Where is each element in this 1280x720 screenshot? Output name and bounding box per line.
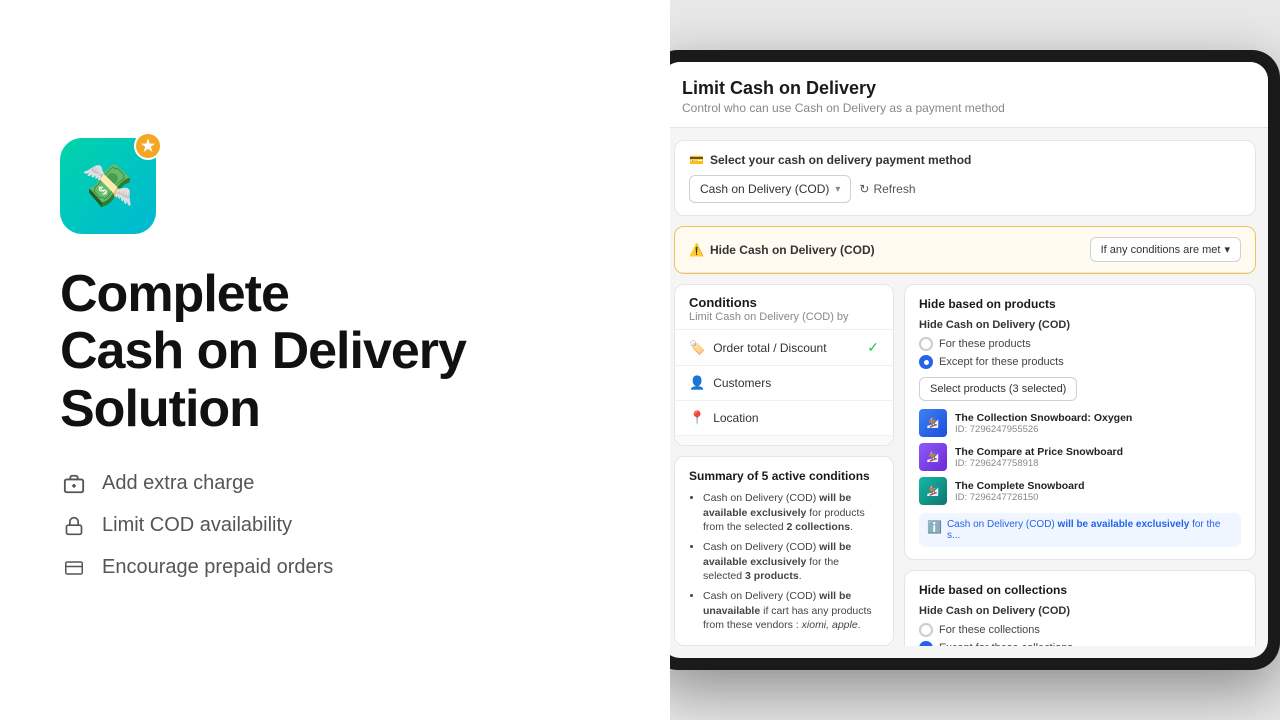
feature-text-1: Limit COD availability xyxy=(102,514,292,537)
info-text: Cash on Delivery (COD) will be available… xyxy=(947,519,1233,541)
cod-header: ⚠️ Hide Cash on Delivery (COD) If any co… xyxy=(675,227,1255,273)
products-panel-subtitle: Hide Cash on Delivery (COD) xyxy=(919,319,1241,331)
condition-item-left: 🛡️ Products & Collections xyxy=(689,445,834,446)
products-panel: Hide based on products Hide Cash on Deli… xyxy=(904,284,1256,560)
tablet-mockup: Limit Cash on Delivery Control who can u… xyxy=(670,50,1280,670)
camera-icon xyxy=(60,470,88,498)
products-panel-title: Hide based on products xyxy=(919,297,1241,311)
payment-select-btn[interactable]: Cash on Delivery (COD) ▾ xyxy=(689,175,851,203)
conditions-subtitle-text: Limit Cash on Delivery (COD) by xyxy=(689,311,879,323)
warning-icon: ⚠️ xyxy=(689,243,704,257)
refresh-icon: ↻ xyxy=(859,182,869,196)
cod-section: ⚠️ Hide Cash on Delivery (COD) If any co… xyxy=(674,226,1256,274)
product-item-0: 🏂 The Collection Snowboard: Oxygen ID: 7… xyxy=(919,409,1241,437)
conditions-panel: Conditions Limit Cash on Delivery (COD) … xyxy=(674,284,894,646)
radio-except-products[interactable]: Except for these products xyxy=(919,355,1241,369)
conditions-box: Conditions Limit Cash on Delivery (COD) … xyxy=(674,284,894,446)
cod-title: ⚠️ Hide Cash on Delivery (COD) xyxy=(689,243,875,257)
product-name-2: The Complete Snowboard xyxy=(955,480,1085,492)
radio-for-products[interactable]: For these products xyxy=(919,337,1241,351)
product-list: 🏂 The Collection Snowboard: Oxygen ID: 7… xyxy=(919,409,1241,505)
product-id-2: ID: 7296247726150 xyxy=(955,492,1085,503)
conditions-title-text: Conditions xyxy=(689,295,879,310)
summary-title: Summary of 5 active conditions xyxy=(689,469,879,483)
user-icon: 👤 xyxy=(689,375,705,391)
left-panel: 💸 ★ Complete Cash on Delivery Solution A… xyxy=(0,0,670,720)
info-icon: ℹ️ xyxy=(927,520,942,534)
lock-icon xyxy=(60,512,88,540)
radio-circle-selected xyxy=(919,641,933,646)
refresh-button[interactable]: ↻ Refresh xyxy=(859,182,915,196)
product-id-0: ID: 7296247955526 xyxy=(955,424,1132,435)
radio-circle-selected xyxy=(919,355,933,369)
app-title: Limit Cash on Delivery xyxy=(682,78,1248,99)
product-info-1: The Compare at Price Snowboard ID: 72962… xyxy=(955,446,1123,469)
tag-icon: 🏷️ xyxy=(689,340,705,356)
app-header: Limit Cash on Delivery Control who can u… xyxy=(670,62,1268,128)
product-info-2: The Complete Snowboard ID: 7296247726150 xyxy=(955,480,1085,503)
product-name-0: The Collection Snowboard: Oxygen xyxy=(955,412,1132,424)
feature-text-0: Add extra charge xyxy=(102,472,254,495)
app-body: 💳 Select your cash on delivery payment m… xyxy=(670,128,1268,658)
shield-icon: 🛡️ xyxy=(689,445,705,446)
condition-customers[interactable]: 👤 Customers xyxy=(675,365,893,400)
feature-item-2: Encourage prepaid orders xyxy=(60,554,610,582)
payment-section: 💳 Select your cash on delivery payment m… xyxy=(674,140,1256,216)
headline: Complete Cash on Delivery Solution xyxy=(60,266,610,438)
collections-panel: Hide based on collections Hide Cash on D… xyxy=(904,570,1256,646)
collections-panel-subtitle: Hide Cash on Delivery (COD) xyxy=(919,605,1241,617)
right-panel: Limit Cash on Delivery Control who can u… xyxy=(670,0,1280,720)
collections-panel-title: Hide based on collections xyxy=(919,583,1241,597)
product-name-1: The Compare at Price Snowboard xyxy=(955,446,1123,458)
feature-item-0: Add extra charge xyxy=(60,470,610,498)
summary-list: Cash on Delivery (COD) will be available… xyxy=(689,491,879,633)
product-thumb-0: 🏂 xyxy=(919,409,947,437)
condition-products[interactable]: 🛡️ Products & Collections › xyxy=(675,435,893,446)
product-item-1: 🏂 The Compare at Price Snowboard ID: 729… xyxy=(919,443,1241,471)
product-info-0: The Collection Snowboard: Oxygen ID: 729… xyxy=(955,412,1132,435)
product-id-1: ID: 7296247758918 xyxy=(955,458,1123,469)
products-radio-group: For these products Except for these prod… xyxy=(919,337,1241,369)
collections-radio-group: For these collections Except for these c… xyxy=(919,623,1241,646)
condition-order-total[interactable]: 🏷️ Order total / Discount ✓ xyxy=(675,329,893,365)
app-icon-emoji: 💸 xyxy=(82,162,134,211)
card-icon xyxy=(60,554,88,582)
radio-circle xyxy=(919,623,933,637)
condition-item-left: 🏷️ Order total / Discount xyxy=(689,340,827,356)
summary-item-0: Cash on Delivery (COD) will be available… xyxy=(703,491,879,535)
condition-item-left: 📍 Location xyxy=(689,410,759,426)
condition-location[interactable]: 📍 Location xyxy=(675,400,893,435)
app-subtitle: Control who can use Cash on Delivery as … xyxy=(682,101,1248,115)
radio-except-collections[interactable]: Except for these collections xyxy=(919,641,1241,646)
product-thumb-1: 🏂 xyxy=(919,443,947,471)
radio-circle xyxy=(919,337,933,351)
right-side-panels: Hide based on products Hide Cash on Deli… xyxy=(904,284,1256,646)
select-products-button[interactable]: Select products (3 selected) xyxy=(919,377,1077,401)
app-icon: 💸 ★ xyxy=(60,138,156,234)
features-list: Add extra charge Limit COD availability … xyxy=(60,470,610,582)
check-icon: ✓ xyxy=(867,339,879,356)
chevron-down-icon: ▾ xyxy=(835,184,840,195)
tablet-screen: Limit Cash on Delivery Control who can u… xyxy=(670,62,1268,658)
feature-item-1: Limit COD availability xyxy=(60,512,610,540)
main-content: Conditions Limit Cash on Delivery (COD) … xyxy=(674,284,1256,646)
feature-text-2: Encourage prepaid orders xyxy=(102,556,333,579)
condition-item-left: 👤 Customers xyxy=(689,375,771,391)
info-banner: ℹ️ Cash on Delivery (COD) will be availa… xyxy=(919,513,1241,547)
product-item-2: 🏂 The Complete Snowboard ID: 72962477261… xyxy=(919,477,1241,505)
summary-box: Summary of 5 active conditions Cash on D… xyxy=(674,456,894,646)
product-thumb-2: 🏂 xyxy=(919,477,947,505)
payment-icon: 💳 xyxy=(689,153,704,167)
location-icon: 📍 xyxy=(689,410,705,426)
summary-item-2: Cash on Delivery (COD) will be unavailab… xyxy=(703,589,879,633)
conditions-header: Conditions Limit Cash on Delivery (COD) … xyxy=(675,285,893,329)
chevron-icon: ▾ xyxy=(1224,243,1230,256)
condition-dropdown[interactable]: If any conditions are met ▾ xyxy=(1090,237,1241,262)
payment-controls: Cash on Delivery (COD) ▾ ↻ Refresh xyxy=(689,175,1241,203)
payment-label: 💳 Select your cash on delivery payment m… xyxy=(689,153,1241,167)
radio-for-collections[interactable]: For these collections xyxy=(919,623,1241,637)
summary-item-1: Cash on Delivery (COD) will be available… xyxy=(703,540,879,584)
badge-star: ★ xyxy=(134,132,162,160)
